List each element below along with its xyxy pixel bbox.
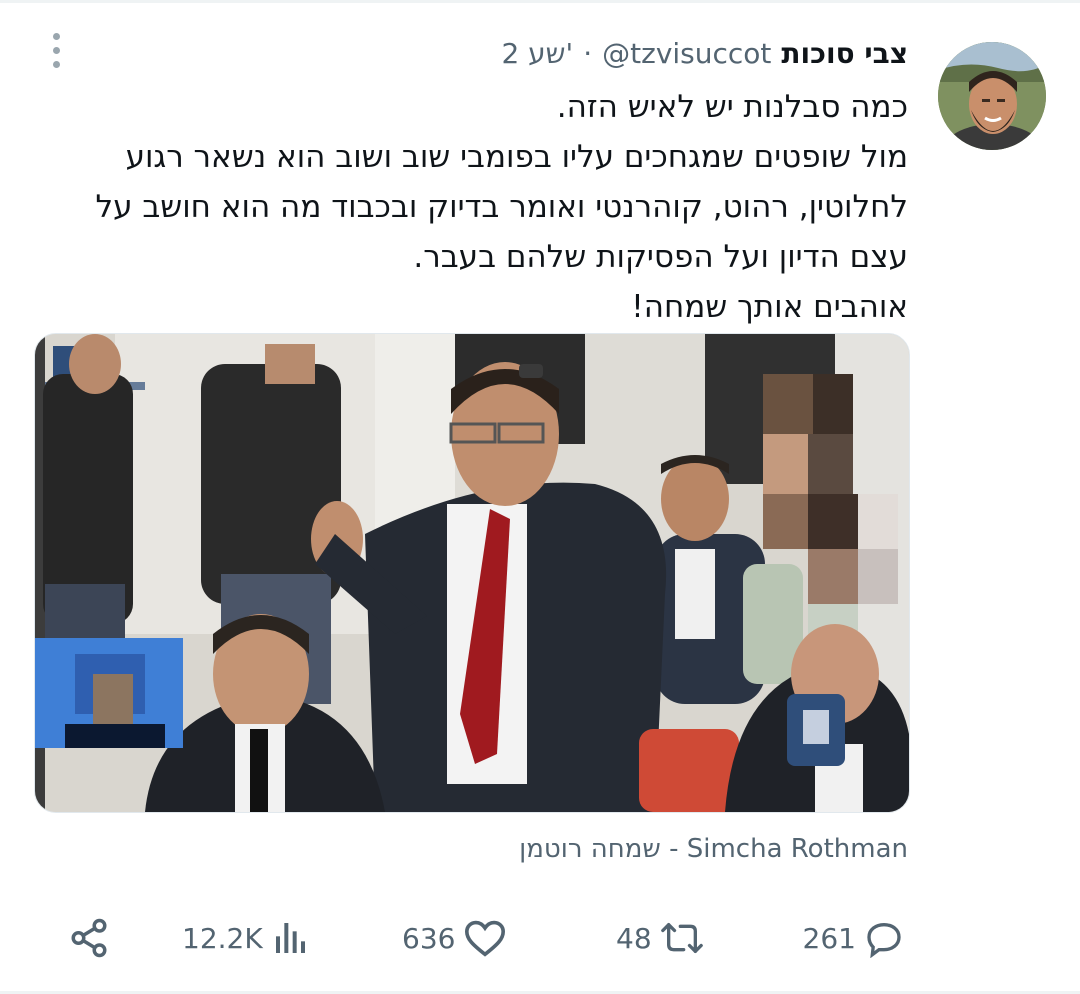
views-count: 12.2K [182, 921, 263, 955]
author-avatar[interactable] [938, 42, 1046, 150]
media-image [35, 334, 909, 812]
tweet-line: לחלוטין, רהוט, קוהרנטי ואומר בדיוק ובכבו… [95, 189, 908, 225]
tweet-line: מול שופטים שמגחכים עליו בפומבי שוב ושוב … [125, 139, 908, 175]
tweet-line: אוהבים אותך שמחה! [631, 289, 908, 325]
retweet-count: 48 [616, 921, 652, 955]
retweet-icon [660, 923, 703, 953]
more-options-button[interactable] [40, 30, 72, 70]
author-handle[interactable]: @tzvisuccot [602, 37, 771, 70]
views-button[interactable]: 12.2K [182, 905, 311, 971]
share-button[interactable] [68, 905, 110, 971]
tweet-line: כמה סבלנות יש לאיש הזה. [556, 89, 908, 125]
tweet-line: עצם הדיון ועל הפסיקות שלהם בעבר. [413, 239, 908, 275]
avatar-image [938, 42, 1046, 150]
author-name[interactable]: צבי סוכות [781, 37, 908, 70]
reply-button[interactable]: 261 [803, 905, 904, 971]
tweet-actions-bar: 261 48 636 12.2K [0, 905, 1080, 971]
like-count: 636 [402, 921, 456, 955]
tweet-text: כמה סבלנות יש לאיש הזה. מול שופטים שמגחכ… [28, 82, 908, 332]
more-dot [52, 60, 60, 68]
more-dot [52, 46, 60, 54]
retweet-button[interactable]: 48 [616, 905, 704, 971]
views-chart-icon [275, 923, 305, 953]
media-caption[interactable]: שמחה רוטמן - Simcha Rothman [519, 834, 908, 864]
more-vertical-icon [52, 32, 60, 40]
tweet-header: צבי סוכות @tzvisuccot · 2 שע' [501, 33, 908, 73]
share-icon [71, 918, 107, 958]
separator-dot: · [583, 36, 593, 70]
reply-icon [867, 922, 901, 958]
heart-icon [465, 920, 506, 957]
top-divider [0, 0, 1080, 3]
tweet-media-video[interactable] [34, 333, 910, 813]
tweet-timestamp[interactable]: 2 שע' [501, 37, 573, 70]
reply-count: 261 [802, 921, 856, 955]
like-button[interactable]: 636 [402, 905, 507, 971]
